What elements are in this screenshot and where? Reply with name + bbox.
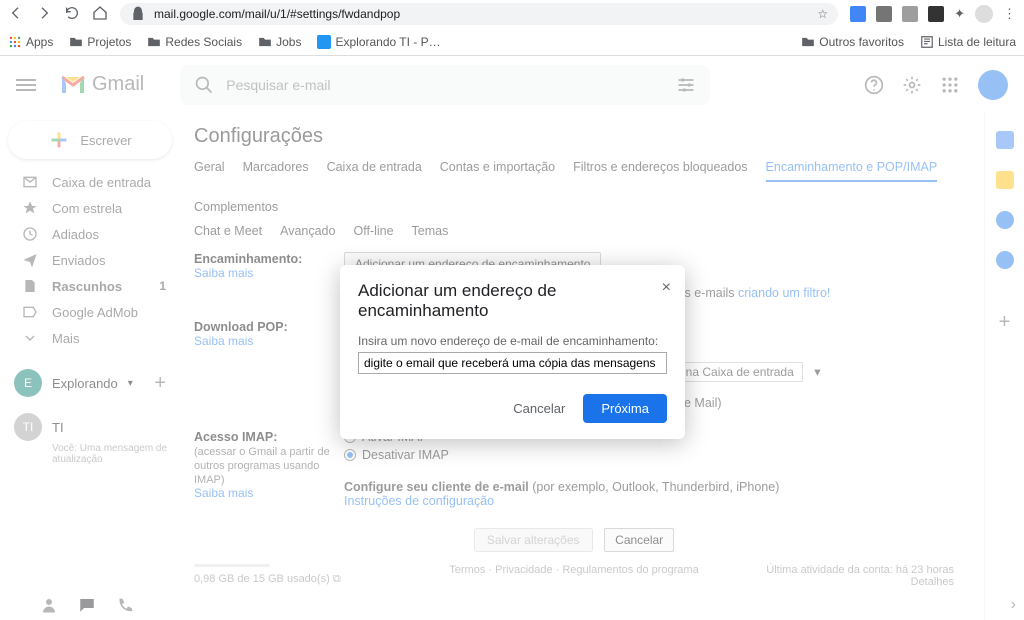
tab-labels[interactable]: Marcadores — [243, 160, 309, 182]
side-panel: + — [984, 113, 1024, 620]
tab-general[interactable]: Geral — [194, 160, 225, 182]
sidebar-item-sent[interactable]: Enviados — [0, 247, 180, 273]
dialog-cancel-button[interactable]: Cancelar — [503, 394, 575, 423]
contacts-icon[interactable] — [996, 251, 1014, 269]
details-link[interactable]: Detalhes — [911, 576, 954, 588]
tab-inbox[interactable]: Caixa de entrada — [327, 160, 422, 182]
chat-tabs — [40, 596, 134, 614]
tab-forwarding[interactable]: Encaminhamento e POP/IMAP — [766, 160, 938, 182]
extensions-area: ✦ ⋮ — [850, 5, 1016, 23]
apps-shortcut[interactable]: Apps — [8, 35, 53, 49]
gmail-header: Gmail — [0, 56, 1024, 113]
sidebar-item-label[interactable]: Google AdMob — [0, 299, 180, 325]
settings-tabs: Geral Marcadores Caixa de entrada Contas… — [194, 160, 954, 220]
sidebar-item-drafts[interactable]: Rascunhos1 — [0, 273, 180, 299]
save-bar: Salvar alterações Cancelar — [194, 528, 954, 552]
bookmark-folder[interactable]: Jobs — [258, 35, 301, 49]
tab-offline[interactable]: Off-line — [353, 224, 393, 238]
sidebar-item-inbox[interactable]: Caixa de entrada — [0, 169, 180, 195]
url-text: mail.google.com/mail/u/1/#settings/fwdan… — [154, 7, 400, 21]
apps-grid-icon[interactable] — [940, 75, 960, 95]
help-icon[interactable] — [864, 75, 884, 95]
create-filter-link[interactable]: criando um filtro! — [738, 286, 830, 300]
sidebar: Escrever Caixa de entrada Com estrela Ad… — [0, 113, 180, 620]
footer: 0,98 GB de 15 GB usado(s) ⧉ Termos · Pri… — [194, 564, 954, 586]
cancel-button[interactable]: Cancelar — [604, 528, 674, 552]
ext-icon[interactable] — [928, 6, 944, 22]
learn-more-link[interactable]: Saiba mais — [194, 266, 253, 280]
page-title: Configurações — [194, 125, 954, 148]
sidebar-item-more[interactable]: Mais — [0, 325, 180, 351]
sidebar-item-snoozed[interactable]: Adiados — [0, 221, 180, 247]
puzzle-icon[interactable]: ✦ — [954, 6, 965, 22]
tab-chat[interactable]: Chat e Meet — [194, 224, 262, 238]
tab-advanced[interactable]: Avançado — [280, 224, 335, 238]
lock-icon — [130, 6, 146, 22]
ext-icon[interactable] — [876, 6, 892, 22]
save-button: Salvar alterações — [474, 528, 593, 552]
chat-contact[interactable]: EExplorando▾+ — [0, 361, 180, 405]
tab-themes[interactable]: Temas — [412, 224, 449, 238]
star-icon[interactable]: ☆ — [817, 7, 828, 21]
addons-plus-icon[interactable]: + — [999, 311, 1011, 334]
imap-disable-radio[interactable]: Desativar IMAP — [344, 448, 954, 462]
menu-icon[interactable] — [16, 75, 36, 95]
forwarding-dialog: × Adicionar um endereço de encaminhament… — [340, 265, 685, 439]
person-icon[interactable] — [40, 596, 58, 614]
tune-icon[interactable] — [676, 75, 696, 95]
gmail-logo[interactable]: Gmail — [60, 73, 144, 96]
search-input[interactable] — [226, 77, 664, 93]
phone-icon[interactable] — [116, 596, 134, 614]
ext-icon[interactable] — [902, 6, 918, 22]
home-icon[interactable] — [92, 5, 108, 24]
other-bookmarks[interactable]: Outros favoritos — [801, 35, 904, 49]
bookmarks-bar: Apps Projetos Redes Sociais Jobs Explora… — [0, 28, 1024, 56]
bookmark-folder[interactable]: Redes Sociais — [147, 35, 242, 49]
chat-preview: Você: Uma mensagem de atualização — [0, 443, 180, 465]
close-icon[interactable]: × — [662, 279, 671, 297]
plus-icon[interactable]: + — [154, 372, 166, 395]
config-instructions-link[interactable]: Instruções de configuração — [344, 494, 494, 508]
tab-filters[interactable]: Filtros e endereços bloqueados — [573, 160, 747, 182]
tab-accounts[interactable]: Contas e importação — [440, 160, 555, 182]
learn-more-link[interactable]: Saiba mais — [194, 486, 253, 500]
tasks-icon[interactable] — [996, 211, 1014, 229]
search-box[interactable] — [180, 65, 710, 105]
url-bar[interactable]: mail.google.com/mail/u/1/#settings/fwdan… — [120, 3, 838, 25]
ext-icon[interactable] — [850, 6, 866, 22]
compose-button[interactable]: Escrever — [8, 121, 172, 159]
bookmark-folder[interactable]: Projetos — [69, 35, 131, 49]
calendar-icon[interactable] — [996, 131, 1014, 149]
bookmark-item[interactable]: Explorando TI - P… — [317, 35, 440, 49]
kebab-icon[interactable]: ⋮ — [1003, 6, 1016, 22]
dialog-title: Adicionar um endereço de encaminhamento — [358, 281, 667, 321]
chat-icon[interactable] — [78, 596, 96, 614]
reading-list[interactable]: Lista de leitura — [920, 35, 1016, 49]
search-icon — [194, 75, 214, 95]
dialog-label: Insira um novo endereço de e-mail de enc… — [358, 334, 658, 348]
imap-section: Acesso IMAP:(acessar o Gmail a partir de… — [194, 430, 954, 508]
forwarding-email-input[interactable] — [358, 352, 667, 374]
sidebar-item-starred[interactable]: Com estrela — [0, 195, 180, 221]
dialog-next-button[interactable]: Próxima — [583, 394, 667, 423]
account-avatar[interactable] — [978, 70, 1008, 100]
profile-avatar[interactable] — [975, 5, 993, 23]
gear-icon[interactable] — [902, 75, 922, 95]
settings-tabs-row2: Chat e Meet Avançado Off-line Temas — [194, 224, 954, 238]
panel-toggle-icon[interactable]: › — [1011, 596, 1016, 614]
learn-more-link[interactable]: Saiba mais — [194, 334, 253, 348]
reload-icon[interactable] — [64, 5, 80, 24]
keep-icon[interactable] — [996, 171, 1014, 189]
browser-toolbar: mail.google.com/mail/u/1/#settings/fwdan… — [0, 0, 1024, 28]
tab-addons[interactable]: Complementos — [194, 200, 278, 220]
forward-icon[interactable] — [36, 5, 52, 24]
back-icon[interactable] — [8, 5, 24, 24]
